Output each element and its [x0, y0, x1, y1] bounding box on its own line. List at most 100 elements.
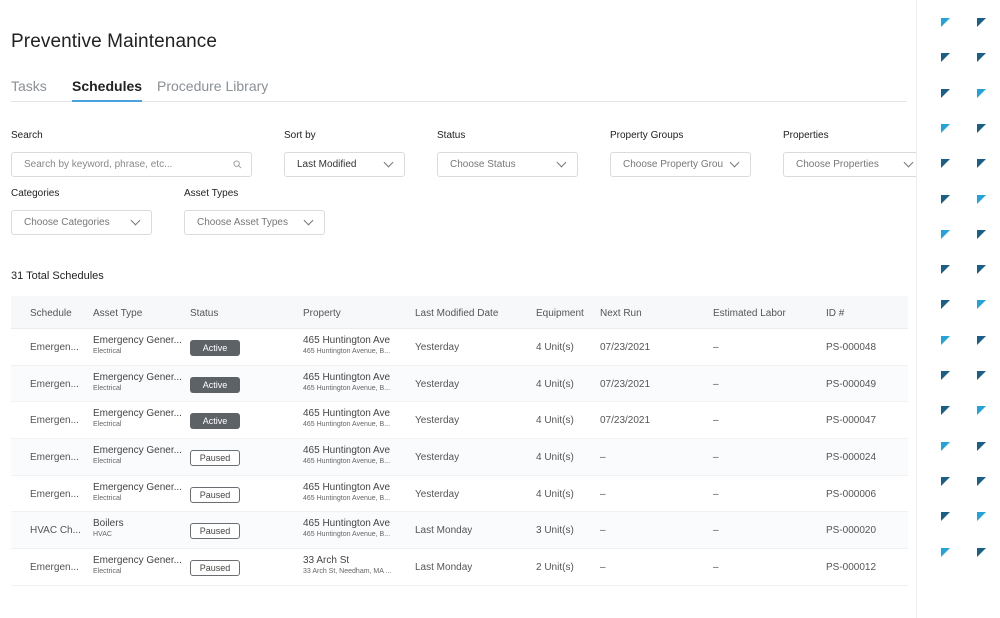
estimated-labor-cell: – [713, 342, 719, 353]
decorative-triangle-icon [977, 88, 986, 98]
column-header-schedule[interactable]: Schedule [30, 308, 72, 319]
asset-type-name: Emergency Gener... [93, 335, 182, 346]
id-cell: PS-000012 [826, 562, 877, 574]
column-header-estimated-labor[interactable]: Estimated Labor [713, 308, 786, 319]
decorative-triangle-icon [977, 123, 986, 133]
search-input[interactable] [24, 159, 224, 170]
last-modified-cell: Yesterday [415, 452, 460, 464]
chevron-down-icon [383, 157, 394, 168]
decorative-triangle-icon [977, 335, 986, 345]
decorative-triangle-icon [977, 300, 986, 310]
schedule-cell: Emergen... [30, 488, 79, 500]
property-cell: 465 Huntington Ave 465 Huntington Avenue,… [303, 518, 390, 538]
table-row[interactable]: HVAC Ch... Boilers HVAC Paused 465 Huntingto… [11, 512, 908, 550]
asset-type-category: Electrical [93, 568, 122, 576]
asset-type-name: Emergency Gener... [93, 555, 182, 567]
asset-type-name: Emergency Gener... [93, 481, 182, 493]
chevron-down-icon [729, 157, 740, 168]
estimated-labor-cell: – [713, 452, 719, 464]
property-cell: 465 Huntington Ave 465 Huntington Avenue,… [303, 482, 390, 502]
column-header-property[interactable]: Property [303, 308, 341, 319]
decorative-triangle-icon [941, 441, 950, 451]
sort-by-dropdown[interactable]: Last Modified [284, 152, 405, 177]
decorative-triangle-icon [977, 53, 986, 63]
status-dropdown[interactable]: Choose Status [437, 152, 578, 177]
table-body: Emergen... Emergency Gener... Electrical Ac… [11, 329, 908, 586]
property-address: 465 Huntington Avenue, B... [303, 384, 391, 392]
decorative-triangle-icon [941, 512, 950, 522]
sort-by-value: Last Modified [297, 159, 357, 170]
tab-schedules[interactable]: Schedules [72, 78, 143, 102]
table-header: Schedule Asset Type Status Property Last… [11, 296, 908, 329]
status-badge: Active [190, 413, 240, 430]
status-badge: Paused [190, 560, 240, 577]
decorative-triangle-icon [977, 229, 986, 239]
table-row[interactable]: Emergen... Emergency Gener... Electrical Ac… [11, 365, 908, 403]
equipment-cell: 4 Unit(s) [536, 378, 574, 390]
decorative-triangle-icon [941, 88, 950, 98]
properties-label: Properties [783, 130, 829, 141]
schedule-cell: Emergen... [30, 562, 79, 574]
properties-dropdown[interactable]: Choose Properties [783, 152, 916, 177]
asset-type-name: Emergency Gener... [93, 371, 182, 383]
decorative-triangle-icon [977, 194, 986, 204]
property-cell: 465 Huntington Ave 465 Huntington Avenue,… [303, 335, 390, 355]
asset-types-dropdown[interactable]: Choose Asset Types [184, 210, 325, 235]
decorative-triangle-icon [941, 159, 950, 169]
decorative-triangle-icon [977, 18, 986, 27]
tab-tasks[interactable]: Tasks [11, 78, 47, 101]
decorative-triangle-icon [941, 265, 950, 275]
equipment-cell: 2 Unit(s) [536, 562, 574, 574]
search-icon [233, 160, 242, 169]
column-header-status[interactable]: Status [190, 308, 218, 319]
tab-procedure-library[interactable]: Procedure Library [157, 78, 268, 101]
schedule-cell: Emergen... [30, 342, 79, 353]
properties-placeholder: Choose Properties [796, 159, 879, 170]
table-row[interactable]: Emergen... Emergency Gener... Electrical Pa… [11, 439, 908, 476]
property-address: 33 Arch St, Needham, MA ... [303, 568, 392, 576]
search-label: Search [11, 130, 43, 141]
categories-dropdown[interactable]: Choose Categories [11, 210, 152, 235]
table-row[interactable]: Emergen... Emergency Gener... Electrical Pa… [11, 476, 908, 513]
column-header-id[interactable]: ID # [826, 308, 844, 319]
estimated-labor-cell: – [713, 525, 719, 537]
property-address: 465 Huntington Avenue, B... [303, 348, 391, 355]
asset-type-category: Electrical [93, 348, 122, 355]
last-modified-cell: Last Monday [415, 562, 473, 574]
property-name: 465 Huntington Ave [303, 335, 391, 346]
decorative-triangle-icon [941, 547, 950, 557]
column-header-last-modified[interactable]: Last Modified Date [415, 308, 498, 319]
equipment-cell: 4 Unit(s) [536, 488, 574, 500]
property-groups-dropdown[interactable]: Choose Property Grou [610, 152, 751, 177]
property-name: 465 Huntington Ave [303, 371, 391, 383]
last-modified-cell: Yesterday [415, 378, 460, 390]
estimated-labor-cell: – [713, 415, 719, 427]
column-header-asset-type[interactable]: Asset Type [93, 308, 142, 319]
status-badge: Paused [190, 450, 240, 467]
id-cell: PS-000020 [826, 525, 877, 537]
asset-type-cell: Emergency Gener... Electrical [93, 555, 182, 575]
column-header-next-run[interactable]: Next Run [600, 308, 642, 319]
table-row[interactable]: Emergen... Emergency Gener... Electrical Ac… [11, 402, 908, 440]
asset-type-name: Emergency Gener... [93, 445, 182, 457]
next-run-cell: 07/23/2021 [600, 415, 651, 427]
tab-bar: Tasks Schedules Procedure Library [11, 78, 907, 102]
id-cell: PS-000024 [826, 452, 877, 464]
equipment-cell: 4 Unit(s) [536, 342, 574, 353]
last-modified-cell: Yesterday [415, 488, 460, 500]
status-label: Status [437, 130, 466, 141]
asset-type-category: HVAC [93, 531, 112, 539]
decorative-triangle-icon [977, 547, 986, 557]
asset-type-cell: Emergency Gener... Electrical [93, 482, 182, 502]
chevron-down-icon [130, 215, 141, 226]
sort-by-label: Sort by [284, 130, 316, 141]
table-row[interactable]: Emergen... Emergency Gener... Electrical Pa… [11, 549, 908, 586]
column-header-equipment[interactable]: Equipment [536, 308, 584, 319]
property-name: 465 Huntington Ave [303, 408, 391, 420]
search-field[interactable] [11, 152, 252, 177]
decorative-triangle-icon [977, 371, 986, 380]
property-name: 33 Arch St [303, 555, 350, 567]
decorative-triangle-panel [916, 0, 1000, 618]
decorative-triangle-icon [977, 159, 986, 169]
table-row[interactable]: Emergen... Emergency Gener... Electrical Ac… [11, 329, 908, 366]
